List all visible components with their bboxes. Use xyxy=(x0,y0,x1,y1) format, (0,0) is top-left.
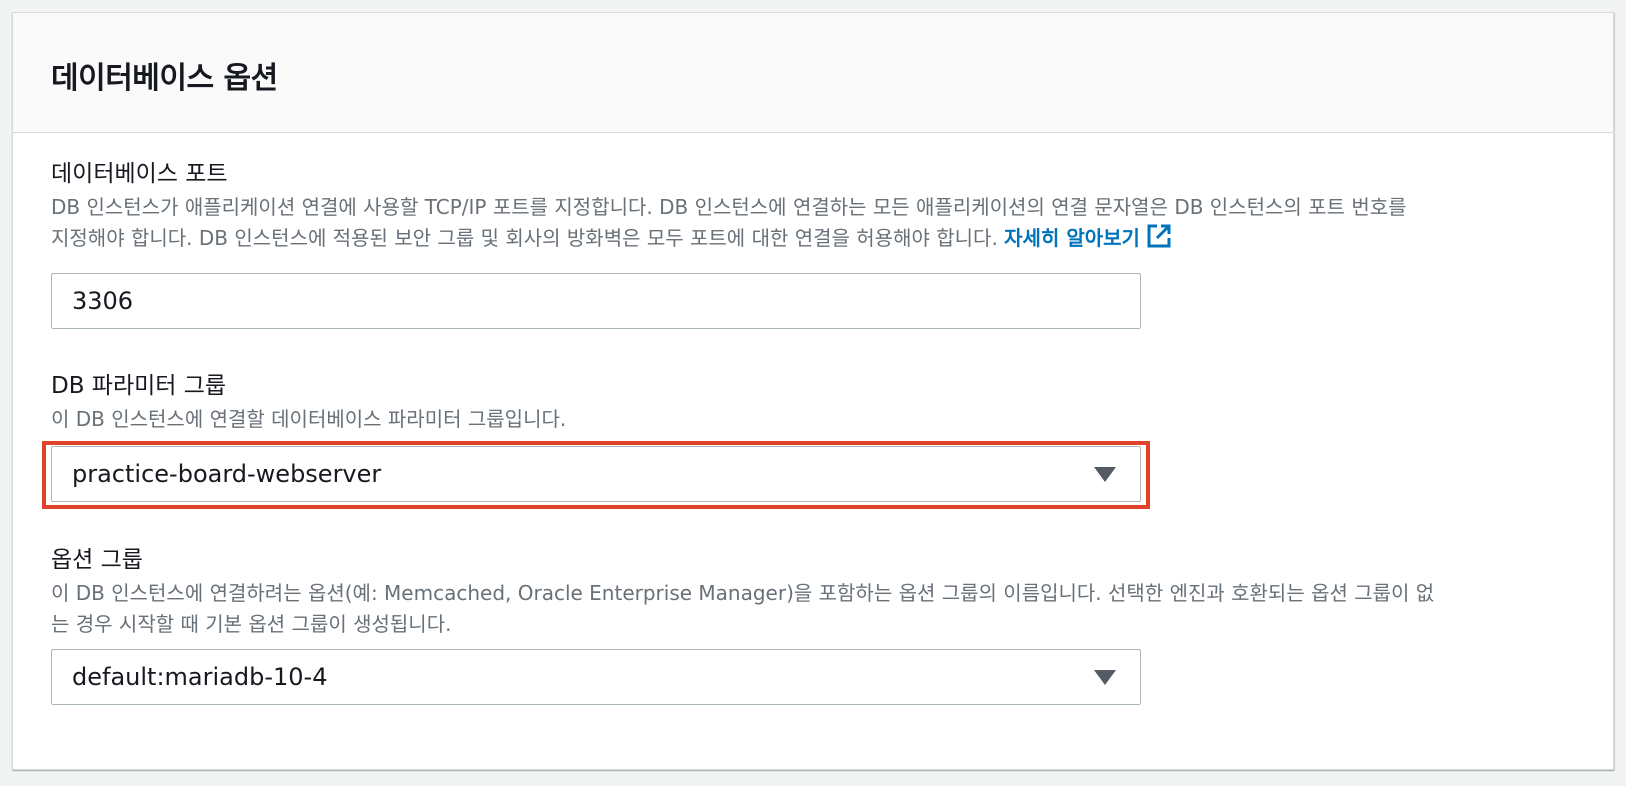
port-description: DB 인스턴스가 애플리케이션 연결에 사용할 TCP/IP 포트를 지정합니다… xyxy=(51,192,1571,258)
parameter-group-field: DB 파라미터 그룹 이 DB 인스턴스에 연결할 데이터베이스 파라미터 그룹… xyxy=(51,370,1571,435)
parameter-group-description: 이 DB 인스턴스에 연결할 데이터베이스 파라미터 그룹입니다. xyxy=(51,407,567,431)
port-label: 데이터베이스 포트 xyxy=(51,161,228,187)
option-group-label: 옵션 그룹 xyxy=(51,547,143,573)
option-group-value: default:mariadb-10-4 xyxy=(72,663,328,691)
option-group-description: 이 DB 인스턴스에 연결하려는 옵션(예: Memcached, Oracle… xyxy=(51,578,1571,640)
section-title: 데이터베이스 옵션 xyxy=(51,61,278,96)
caret-down-icon xyxy=(1094,670,1116,685)
panel-header: 데이터베이스 옵션 xyxy=(13,13,1613,133)
option-group-select[interactable]: default:mariadb-10-4 xyxy=(51,649,1141,705)
port-description-line2: 지정해야 합니다. DB 인스턴스에 적용된 보안 그룹 및 회사의 방화벽은 … xyxy=(51,226,998,250)
port-description-line1: DB 인스턴스가 애플리케이션 연결에 사용할 TCP/IP 포트를 지정합니다… xyxy=(51,195,1407,219)
learn-more-label: 자세히 알아보기 xyxy=(1004,226,1140,250)
database-options-panel: 데이터베이스 옵션 데이터베이스 포트 DB 인스턴스가 애플리케이션 연결에 … xyxy=(12,12,1614,770)
parameter-group-label: DB 파라미터 그룹 xyxy=(51,373,227,399)
parameter-group-value: practice-board-webserver xyxy=(72,460,382,488)
port-input[interactable]: 3306 xyxy=(51,273,1141,329)
option-group-description-line2: 는 경우 시작할 때 기본 옵션 그룹이 생성됩니다. xyxy=(51,612,452,636)
caret-down-icon xyxy=(1094,467,1116,482)
learn-more-link[interactable]: 자세히 알아보기 xyxy=(1004,224,1172,250)
port-field: 데이터베이스 포트 DB 인스턴스가 애플리케이션 연결에 사용할 TCP/IP… xyxy=(51,158,1571,258)
option-group-field: 옵션 그룹 이 DB 인스턴스에 연결하려는 옵션(예: Memcached, … xyxy=(51,544,1571,640)
external-link-icon xyxy=(1146,223,1172,258)
option-group-description-line1: 이 DB 인스턴스에 연결하려는 옵션(예: Memcached, Oracle… xyxy=(51,581,1435,605)
parameter-group-select[interactable]: practice-board-webserver xyxy=(51,446,1141,502)
